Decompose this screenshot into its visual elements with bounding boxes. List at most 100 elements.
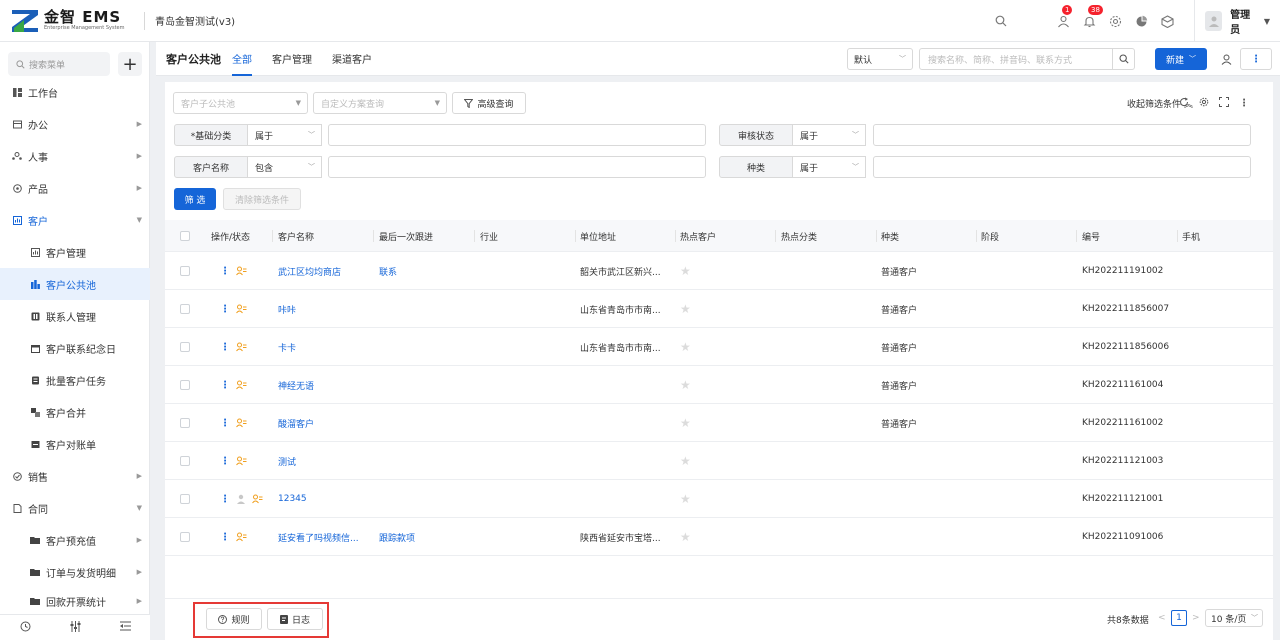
- page-number-current[interactable]: 1: [1171, 610, 1187, 626]
- prev-page-icon[interactable]: <: [1158, 613, 1166, 623]
- cell-last-follow[interactable]: [379, 442, 475, 480]
- sidebar-item-hr[interactable]: 人事 ▶: [0, 140, 150, 172]
- sidebar-item-batch-task[interactable]: 批量客户任务: [0, 364, 150, 396]
- row-checkbox[interactable]: [180, 404, 190, 442]
- filter-input-audit-status[interactable]: [873, 124, 1251, 146]
- hot-star-icon[interactable]: ★: [680, 366, 691, 404]
- sidebar-item-contacts[interactable]: 联系人管理: [0, 300, 150, 332]
- row-checkbox[interactable]: [180, 518, 190, 556]
- cell-customer-name[interactable]: 武江区均均商店: [278, 252, 374, 290]
- column-settings-icon[interactable]: [1199, 97, 1209, 110]
- contact-card-icon[interactable]: [252, 494, 263, 504]
- cell-last-follow[interactable]: 联系: [379, 252, 475, 290]
- sidebar-item-anniversary[interactable]: 客户联系纪念日: [0, 332, 150, 364]
- global-search-icon[interactable]: [992, 12, 1010, 30]
- notification-bell-icon[interactable]: 38: [1080, 5, 1103, 30]
- page-scrollbar[interactable]: [1273, 82, 1280, 640]
- row-checkbox[interactable]: [180, 442, 190, 480]
- table-row[interactable]: ⋮ 武江区均均商店 联系 韶关市武江区新兴... ★ 普通客户 KH202211…: [165, 252, 1273, 290]
- filter-input-customer-name[interactable]: [328, 156, 706, 178]
- contact-card-icon[interactable]: [236, 418, 247, 428]
- row-more-icon[interactable]: ⋮: [220, 266, 230, 277]
- refresh-icon[interactable]: [1179, 97, 1189, 110]
- cell-last-follow[interactable]: [379, 290, 475, 328]
- row-more-icon[interactable]: ⋮: [220, 380, 230, 391]
- company-name[interactable]: 青岛金智测试(v3): [155, 13, 235, 28]
- menu-collapse-icon[interactable]: [119, 621, 131, 634]
- table-row[interactable]: ⋮ 测试 ★ KH202211121003: [165, 442, 1273, 480]
- row-checkbox[interactable]: [180, 366, 190, 404]
- row-more-icon[interactable]: ⋮: [220, 342, 230, 353]
- clear-filter-button[interactable]: 清除筛选条件: [223, 188, 301, 210]
- hot-star-icon[interactable]: ★: [680, 328, 691, 366]
- cell-customer-name[interactable]: 卡卡: [278, 328, 374, 366]
- sidebar-item-contract[interactable]: 合同 ▼: [0, 492, 150, 524]
- row-more-icon[interactable]: ⋮: [220, 418, 230, 429]
- row-checkbox[interactable]: [180, 480, 190, 518]
- more-vertical-icon[interactable]: ⋮: [1239, 98, 1249, 109]
- cell-customer-name[interactable]: 延安看了吗视频信...: [278, 518, 374, 556]
- contact-card-icon[interactable]: [236, 456, 247, 466]
- select-all-checkbox[interactable]: [180, 220, 190, 252]
- tab-customer-manage[interactable]: 客户管理: [272, 42, 312, 76]
- table-row[interactable]: ⋮ 咔咔 山东省青岛市市南... ★ 普通客户 KH2022111856007: [165, 290, 1273, 328]
- filter-op-audit-status[interactable]: 属于 ﹀: [793, 124, 866, 146]
- log-button[interactable]: 日志: [267, 608, 323, 630]
- sidebar-item-sales[interactable]: 销售 ▶: [0, 460, 150, 492]
- contact-card-icon[interactable]: [236, 304, 247, 314]
- sidebar-item-office[interactable]: 办公 ▶: [0, 108, 150, 140]
- tab-channel-customer[interactable]: 渠道客户: [332, 42, 372, 76]
- sidebar-item-customer-manage[interactable]: 客户管理: [0, 236, 150, 268]
- tab-all[interactable]: 全部: [232, 42, 252, 76]
- page-size-select[interactable]: 10 条/页 ﹀: [1205, 609, 1263, 627]
- new-button[interactable]: 新建 ﹀: [1155, 48, 1207, 70]
- next-page-icon[interactable]: >: [1192, 613, 1200, 623]
- contact-card-icon[interactable]: [236, 266, 247, 276]
- customer-search-input[interactable]: 搜索名称、简称、拼音码、联系方式: [919, 48, 1135, 70]
- cell-last-follow[interactable]: [379, 328, 475, 366]
- row-more-icon[interactable]: ⋮: [220, 532, 230, 543]
- cell-last-follow[interactable]: [379, 366, 475, 404]
- filter-button[interactable]: 筛 选: [174, 188, 216, 210]
- hot-star-icon[interactable]: ★: [680, 404, 691, 442]
- hot-star-icon[interactable]: ★: [680, 252, 691, 290]
- sliders-icon[interactable]: [70, 620, 81, 635]
- more-actions-button[interactable]: ⋮: [1240, 48, 1272, 70]
- contact-card-icon[interactable]: [236, 532, 247, 542]
- add-menu-button[interactable]: +: [118, 52, 142, 76]
- hot-star-icon[interactable]: ★: [680, 480, 691, 518]
- fullscreen-icon[interactable]: [1219, 96, 1229, 110]
- cell-customer-name[interactable]: 测试: [278, 442, 374, 480]
- sidebar-item-payment-stats[interactable]: 回款开票统计 ▶: [0, 588, 150, 614]
- settings-gear-icon[interactable]: [1106, 12, 1124, 30]
- contact-card-icon[interactable]: [236, 380, 247, 390]
- filter-input-category[interactable]: [328, 124, 706, 146]
- sidebar-item-workbench[interactable]: 工作台: [0, 76, 150, 108]
- row-more-icon[interactable]: ⋮: [220, 304, 230, 315]
- cell-last-follow[interactable]: [379, 480, 475, 518]
- row-checkbox[interactable]: [180, 290, 190, 328]
- package-cube-icon[interactable]: [1158, 12, 1176, 30]
- cell-customer-name[interactable]: 咔咔: [278, 290, 374, 328]
- filter-op-category[interactable]: 属于 ﹀: [248, 124, 322, 146]
- row-more-icon[interactable]: ⋮: [220, 494, 230, 505]
- filter-op-customer-name[interactable]: 包含 ﹀: [248, 156, 322, 178]
- sidebar-item-orders[interactable]: 订单与发货明细 ▶: [0, 556, 150, 588]
- table-row[interactable]: ⋮ 卡卡 山东省青岛市市南... ★ 普通客户 KH2022111856006: [165, 328, 1273, 366]
- hot-star-icon[interactable]: ★: [680, 442, 691, 480]
- contact-card-icon[interactable]: [236, 342, 247, 352]
- table-row[interactable]: ⋮ 12345 ★ KH202211121001: [165, 480, 1273, 518]
- person-filter-icon[interactable]: [1218, 51, 1234, 67]
- rules-button[interactable]: 规则: [206, 608, 262, 630]
- sort-select[interactable]: 默认 ﹀: [847, 48, 913, 70]
- logo[interactable]: 金智 EMS Enterprise Management System: [10, 8, 136, 34]
- table-row[interactable]: ⋮ 神经无语 ★ 普通客户 KH202211161004: [165, 366, 1273, 404]
- sidebar-item-statement[interactable]: 客户对账单: [0, 428, 150, 460]
- sidebar-item-merge[interactable]: 客户合并: [0, 396, 150, 428]
- cell-last-follow[interactable]: [379, 404, 475, 442]
- search-button[interactable]: [1112, 49, 1134, 69]
- table-row[interactable]: ⋮ 酸溜客户 ★ 普通客户 KH202211161002: [165, 404, 1273, 442]
- hot-star-icon[interactable]: ★: [680, 290, 691, 328]
- sidebar-item-product[interactable]: 产品 ▶: [0, 172, 150, 204]
- sidebar-item-customer[interactable]: 客户 ▼: [0, 204, 150, 236]
